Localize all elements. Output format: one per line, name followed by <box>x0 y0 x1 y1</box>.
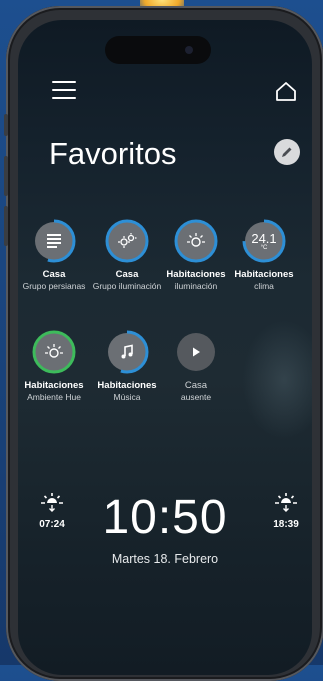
home-icon[interactable] <box>274 80 298 104</box>
favorite-habitaciones-clima[interactable]: 24.1 °C Habitaciones clima <box>229 219 299 291</box>
favorite-habitaciones-iluminacion[interactable]: Habitaciones iluminación <box>161 219 231 291</box>
favorite-name: Habitaciones <box>234 269 294 280</box>
favorite-ambiente-hue[interactable]: Habitaciones Ambiente Hue <box>19 330 89 402</box>
favorite-subtitle: Música <box>113 392 141 402</box>
camera-icon <box>185 46 193 54</box>
favorite-tile[interactable] <box>174 219 218 263</box>
favorite-tile[interactable]: 24.1 °C <box>242 219 286 263</box>
favorite-tile[interactable] <box>177 333 215 371</box>
page-title: Favoritos <box>49 136 177 171</box>
sunset-icon <box>275 493 297 512</box>
hue-bulb-icon <box>45 344 63 358</box>
favorite-subtitle: iluminación <box>174 281 218 291</box>
favorite-name: Casa <box>115 269 139 280</box>
hamburger-menu-icon[interactable] <box>52 81 76 101</box>
favorite-name: Habitaciones <box>97 380 157 391</box>
bulb-icon <box>187 233 205 247</box>
sunset-time: 18:39 <box>273 519 299 530</box>
favorite-casa-ausente[interactable]: Casa ausente <box>161 333 231 402</box>
favorite-tile[interactable] <box>105 219 149 263</box>
favorite-name: Habitaciones <box>166 269 226 280</box>
dynamic-island <box>105 36 211 64</box>
temperature-value: 24.1 <box>251 230 277 246</box>
favorite-musica[interactable]: Habitaciones Música <box>92 330 162 402</box>
volume-down-button <box>4 206 8 246</box>
favorite-subtitle: Ambiente Hue <box>27 392 81 402</box>
favorite-tile[interactable] <box>32 219 76 263</box>
sunset-widget: 18:39 <box>266 492 306 530</box>
music-note-icon <box>121 344 133 359</box>
volume-up-button <box>4 156 8 196</box>
favorite-casa-persianas[interactable]: Casa Grupo persianas <box>19 219 89 291</box>
favorite-name: Casa <box>42 269 66 280</box>
favorite-subtitle: ausente <box>180 392 212 402</box>
favorite-name: Casa <box>184 380 208 391</box>
lights-icon <box>118 233 137 248</box>
favorite-subtitle: clima <box>254 281 274 291</box>
favorite-tile[interactable] <box>32 330 76 374</box>
favorite-subtitle: Grupo persianas <box>22 281 86 291</box>
favorite-name: Habitaciones <box>24 380 84 391</box>
clock-date: Martes 18. Febrero <box>111 552 219 566</box>
pencil-icon <box>282 147 292 157</box>
action-button <box>4 114 8 136</box>
favorite-subtitle: Grupo iluminación <box>92 281 162 291</box>
favorite-casa-iluminacion[interactable]: Casa Grupo iluminación <box>92 219 162 291</box>
blinds-icon <box>47 234 61 248</box>
favorite-tile[interactable] <box>105 330 149 374</box>
app-screen: Favoritos Casa Grupo persianas Casa Grup… <box>18 20 312 675</box>
play-icon <box>193 347 200 357</box>
edit-button[interactable] <box>274 139 300 165</box>
